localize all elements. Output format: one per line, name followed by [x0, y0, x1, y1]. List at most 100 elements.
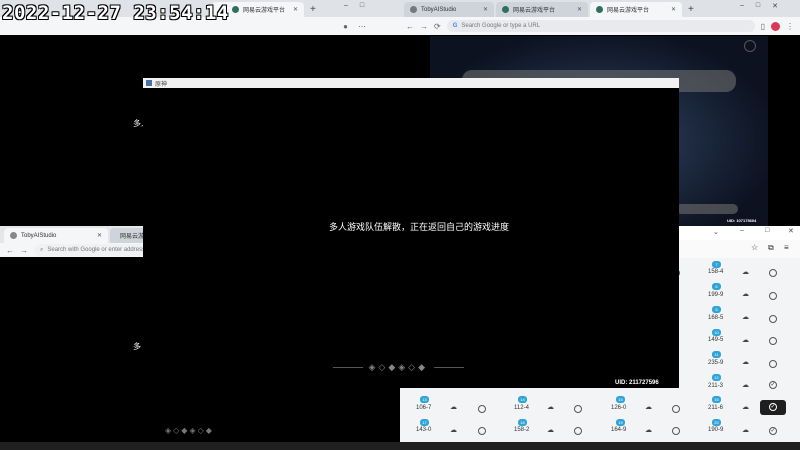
- reload-icon[interactable]: ⟳: [434, 22, 441, 31]
- forward-icon[interactable]: →: [20, 246, 28, 255]
- row-value: 149-5: [708, 337, 724, 343]
- row-value: 158-2: [514, 427, 530, 433]
- select-radio[interactable]: [769, 269, 777, 277]
- game-close-icon[interactable]: [744, 40, 756, 52]
- download-cloud-icon[interactable]: ☁: [742, 268, 749, 276]
- tab-tobyaistudio[interactable]: TobyAIStudio ✕: [4, 228, 108, 243]
- download-cloud-icon[interactable]: ☁: [645, 403, 652, 411]
- profile-avatar[interactable]: [771, 21, 780, 31]
- favicon: [10, 232, 17, 239]
- tab-tobyaistudio[interactable]: TobyAIStudio ✕: [404, 2, 494, 17]
- select-radio[interactable]: [769, 337, 777, 345]
- close-window-icon[interactable]: ✕: [772, 2, 778, 10]
- address-placeholder: Search with Google or enter address: [47, 247, 146, 253]
- address-placeholder: Search Google or type a URL: [461, 23, 541, 29]
- minimize-icon[interactable]: –: [740, 2, 744, 10]
- checked-radio[interactable]: ✓: [769, 403, 777, 411]
- chevron-down-icon[interactable]: ⌄: [713, 228, 719, 236]
- divider-right: [433, 367, 464, 369]
- menu-icon[interactable]: ⋯: [358, 22, 366, 31]
- window-controls: – □ ✕: [740, 2, 778, 10]
- download-cloud-icon[interactable]: ☁: [742, 403, 749, 411]
- taskbar: [0, 442, 800, 450]
- select-radio[interactable]: [769, 360, 777, 368]
- row-badge: 19: [616, 419, 625, 426]
- select-radio[interactable]: [478, 405, 486, 413]
- tab-netease-cloud-game-2[interactable]: 网易云游戏平台 ✕: [590, 2, 682, 17]
- close-tab-icon[interactable]: ✕: [577, 6, 582, 13]
- extensions-icon[interactable]: ⧉: [768, 243, 774, 253]
- sidepanel-icon[interactable]: ▯: [761, 22, 765, 31]
- row-value: 199-9: [708, 292, 724, 298]
- favicon: [410, 6, 417, 13]
- minimize-icon[interactable]: –: [740, 227, 744, 234]
- new-tab-button[interactable]: +: [688, 2, 694, 17]
- profile-icon[interactable]: ●: [343, 22, 348, 31]
- download-cloud-icon[interactable]: ☁: [742, 426, 749, 434]
- row-badge: 12: [712, 374, 721, 381]
- close-tab-icon[interactable]: ✕: [671, 6, 676, 13]
- checked-radio[interactable]: ✓: [769, 381, 777, 389]
- download-cloud-icon[interactable]: ☁: [547, 426, 554, 434]
- tab-label: 网易云游戏平台: [607, 8, 650, 14]
- row-value: 143-0: [416, 427, 432, 433]
- maximize-icon[interactable]: □: [360, 2, 364, 9]
- menu-icon[interactable]: ≡: [784, 243, 789, 252]
- menu-icon[interactable]: ⋮: [786, 22, 794, 31]
- select-radio[interactable]: [574, 427, 582, 435]
- window-title: 原神: [155, 82, 168, 88]
- minimize-icon[interactable]: –: [344, 2, 348, 9]
- divider-left: [333, 367, 363, 369]
- row-badge: 20: [712, 419, 721, 426]
- address-bar-row: ← → ⟳ G Search Google or type a URL ▯ ⋮: [400, 17, 800, 35]
- download-cloud-icon[interactable]: ☁: [450, 403, 457, 411]
- download-cloud-icon[interactable]: ☁: [742, 336, 749, 344]
- favicon: [231, 6, 239, 13]
- download-cloud-icon[interactable]: ☁: [450, 426, 457, 434]
- game-right-button[interactable]: [676, 204, 738, 214]
- row-badge: 15: [616, 396, 625, 403]
- app-icon: [146, 80, 152, 86]
- row-badge: 5: [712, 306, 721, 313]
- row-badge: 16: [712, 396, 721, 403]
- select-radio[interactable]: [574, 405, 582, 413]
- tab-label: 网易云游: [120, 234, 145, 240]
- search-icon: ⌕: [40, 246, 44, 253]
- tab-netease-cloud-game-1[interactable]: 网易云游戏平台 ✕: [496, 2, 588, 17]
- download-cloud-icon[interactable]: ☁: [742, 313, 749, 321]
- back-icon[interactable]: ←: [6, 246, 14, 255]
- tab-label: 网易云游戏平台: [242, 8, 285, 14]
- new-tab-button[interactable]: +: [310, 2, 316, 17]
- element-icons-row: ◈◇◆◈◇◆: [165, 426, 214, 435]
- row-badge: 11: [712, 351, 721, 358]
- download-cloud-icon[interactable]: ☁: [742, 358, 749, 366]
- select-radio[interactable]: [478, 427, 486, 435]
- maximize-icon[interactable]: □: [756, 2, 760, 10]
- close-tab-icon[interactable]: ✕: [97, 232, 102, 239]
- address-input[interactable]: G Search Google or type a URL: [446, 20, 755, 32]
- close-tab-icon[interactable]: ✕: [483, 6, 488, 13]
- row-badge: 17: [420, 419, 429, 426]
- select-radio[interactable]: [672, 405, 680, 413]
- row-badge: 6: [712, 283, 721, 290]
- row-value: 168-5: [708, 315, 724, 321]
- download-cloud-icon[interactable]: ☁: [547, 403, 554, 411]
- back-icon[interactable]: ←: [406, 22, 414, 31]
- close-tab-icon[interactable]: ✕: [293, 6, 298, 13]
- download-cloud-icon[interactable]: ☁: [742, 290, 749, 298]
- select-radio[interactable]: [672, 427, 680, 435]
- close-window-icon[interactable]: ✕: [788, 227, 794, 235]
- game-window-center: 原神 多人游戏队伍解散，正在返回自己的游戏进度 ◈◇◆◈◇◆ UID: 2117…: [143, 78, 679, 388]
- maximize-icon[interactable]: □: [765, 227, 769, 234]
- download-cloud-icon[interactable]: ☁: [645, 426, 652, 434]
- tab-label: TobyAIStudio: [21, 232, 57, 239]
- star-icon[interactable]: ☆: [751, 243, 758, 252]
- forward-icon[interactable]: →: [420, 22, 428, 31]
- download-cloud-icon[interactable]: ☁: [742, 381, 749, 389]
- favicon: [596, 6, 603, 13]
- select-radio[interactable]: [769, 292, 777, 300]
- checked-radio[interactable]: ✓: [769, 427, 777, 435]
- window-titlebar: 原神: [143, 78, 679, 88]
- select-radio[interactable]: [769, 315, 777, 323]
- partial-message: 多: [133, 342, 141, 351]
